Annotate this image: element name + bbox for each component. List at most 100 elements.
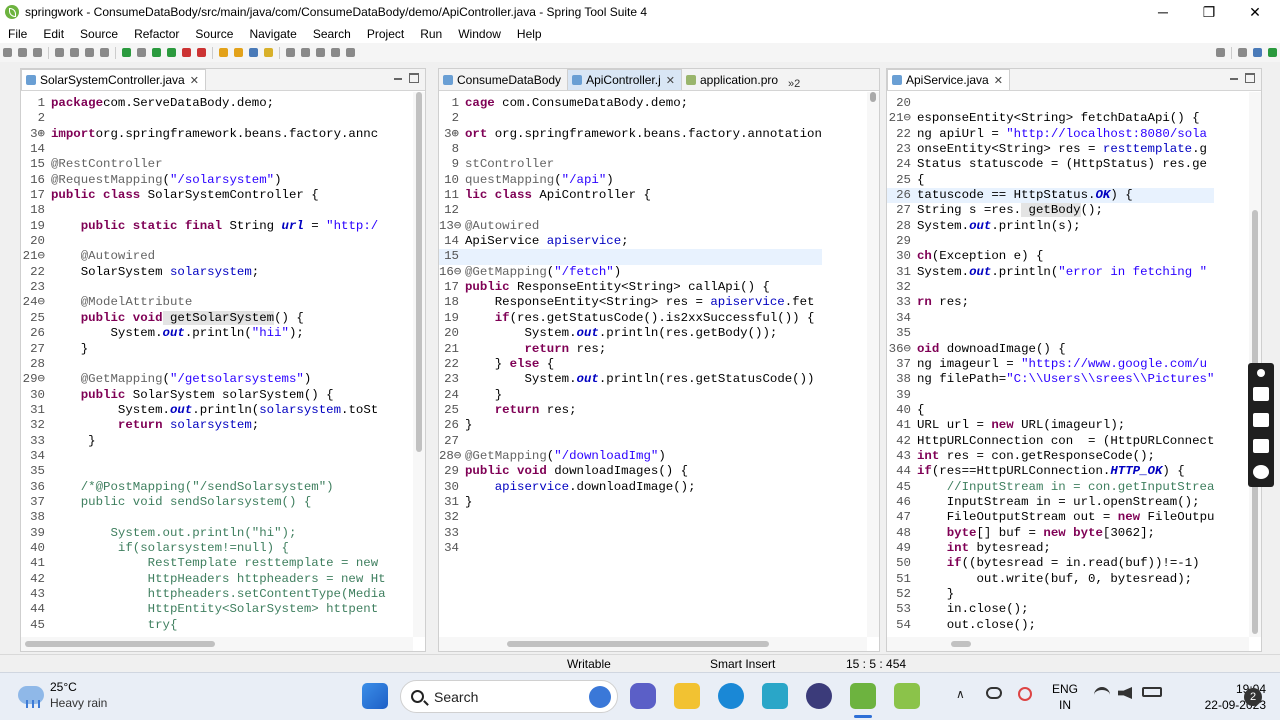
middle-vertical-scrollbar[interactable] — [867, 92, 879, 637]
menu-edit[interactable]: Edit — [35, 27, 72, 41]
close-tab-icon[interactable]: ✕ — [190, 74, 199, 87]
sync-icon[interactable] — [1018, 687, 1032, 701]
minimize-button[interactable]: ─ — [1140, 0, 1186, 24]
scroll-thumb[interactable] — [416, 92, 422, 452]
bing-icon[interactable] — [589, 686, 611, 708]
relaunch-icon[interactable] — [197, 48, 206, 57]
spring-perspective-icon[interactable] — [1268, 48, 1277, 57]
menu-search[interactable]: Search — [305, 27, 359, 41]
tab-apiservice[interactable]: ApiService.java ✕ — [887, 69, 1010, 90]
scroll-thumb[interactable] — [25, 641, 215, 647]
line-number: 20 — [444, 326, 459, 341]
stop-icon[interactable] — [182, 48, 191, 57]
save-all-icon[interactable] — [33, 48, 42, 57]
tab-label: application.pro — [699, 72, 779, 87]
middle-horizontal-scrollbar[interactable] — [439, 637, 867, 651]
debug-icon[interactable] — [137, 48, 146, 57]
java-perspective-icon[interactable] — [1253, 48, 1262, 57]
spring-boot-icon[interactable] — [122, 48, 131, 57]
middle-code-text[interactable]: 1 cage com.ConsumeDataBody.demo; 2 3⊕ ort o… — [439, 96, 822, 556]
taskbar-search-box[interactable]: Search — [400, 680, 618, 713]
terminate-icon[interactable] — [100, 48, 109, 57]
wifi-icon[interactable] — [1094, 687, 1110, 699]
search-icon[interactable] — [264, 48, 273, 57]
weather-widget[interactable]: 25°C Heavy rain — [18, 679, 107, 711]
code-line: 14 ApiService apiservice; — [439, 234, 822, 249]
previous-annotation-icon[interactable] — [301, 48, 310, 57]
run-icon[interactable] — [152, 48, 161, 57]
more-tabs-button[interactable]: »2 — [788, 78, 800, 90]
tab-application-properties[interactable]: application.pro — [682, 69, 784, 90]
volume-icon[interactable] — [1118, 687, 1132, 699]
new-java-package-icon[interactable] — [219, 48, 228, 57]
minimize-pane-icon[interactable] — [1229, 73, 1239, 83]
notepad-app-icon[interactable] — [894, 683, 920, 709]
skip-breakpoints-icon[interactable] — [55, 48, 64, 57]
resume-icon[interactable] — [70, 48, 79, 57]
open-type-icon[interactable] — [249, 48, 258, 57]
close-button[interactable]: ✕ — [1232, 0, 1278, 24]
left-code-editor[interactable]: 1 packagecom.ServeDataBody.demo; 2 3⊕ impor… — [21, 92, 413, 637]
right-horizontal-scrollbar[interactable] — [887, 637, 1249, 651]
scroll-up-arrow[interactable] — [870, 92, 876, 102]
close-tab-icon[interactable]: ✕ — [994, 74, 1003, 87]
settings-gear-icon[interactable] — [1253, 465, 1269, 479]
new-java-class-icon[interactable] — [234, 48, 243, 57]
middle-code-editor[interactable]: 1 cage com.ConsumeDataBody.demo; 2 3⊕ ort o… — [439, 92, 867, 637]
code-token: lic class — [465, 188, 532, 203]
teams-chat-icon[interactable] — [630, 683, 656, 709]
menu-source[interactable]: Source — [187, 27, 241, 41]
run-external-icon[interactable] — [167, 48, 176, 57]
right-code-editor[interactable]: 20 21⊖ esponseEntity<String> fetchDataApi… — [887, 92, 1249, 637]
tab-solarsystemcontroller[interactable]: SolarSystemController.java ✕ — [21, 69, 206, 90]
menu-help[interactable]: Help — [509, 27, 550, 41]
cursor-position-status: 15 : 5 : 454 — [846, 657, 907, 671]
notification-badge[interactable]: 2 — [1244, 688, 1262, 706]
forward-icon[interactable] — [331, 48, 340, 57]
left-code-text[interactable]: 1 packagecom.ServeDataBody.demo; 2 3⊕ impor… — [21, 96, 386, 633]
scroll-thumb[interactable] — [507, 641, 769, 647]
left-vertical-scrollbar[interactable] — [413, 92, 425, 637]
back-icon[interactable] — [316, 48, 325, 57]
right-code-text[interactable]: 20 21⊖ esponseEntity<String> fetchDataApi… — [887, 96, 1215, 633]
menu-source[interactable]: Source — [72, 27, 126, 41]
menu-run[interactable]: Run — [412, 27, 450, 41]
video-record-icon[interactable] — [1253, 413, 1269, 427]
middle-editor-pane: ConsumeDataBody ApiController.j ✕ applic… — [438, 68, 880, 652]
minimize-pane-icon[interactable] — [393, 73, 403, 83]
maximize-pane-icon[interactable] — [409, 73, 419, 83]
quick-access-search-icon[interactable] — [1216, 48, 1225, 57]
desktop-app-icon[interactable] — [762, 683, 788, 709]
spring-tool-suite-taskbar-icon[interactable] — [850, 683, 876, 709]
tab-consumedatabody[interactable]: ConsumeDataBody — [439, 69, 567, 90]
window-capture-icon[interactable] — [1253, 439, 1269, 453]
new-icon[interactable] — [3, 48, 12, 57]
maximize-pane-icon[interactable] — [1245, 73, 1255, 83]
camera-icon[interactable] — [1253, 387, 1269, 401]
language-indicator[interactable]: ENG IN — [1052, 681, 1078, 713]
suspend-icon[interactable] — [85, 48, 94, 57]
menu-navigate[interactable]: Navigate — [241, 27, 304, 41]
edge-browser-icon[interactable] — [718, 683, 744, 709]
line-number: 25 — [896, 172, 911, 187]
more-options-icon[interactable] — [1257, 369, 1265, 377]
menu-project[interactable]: Project — [359, 27, 412, 41]
restore-button[interactable]: ❐ — [1186, 0, 1232, 24]
save-icon[interactable] — [18, 48, 27, 57]
battery-icon[interactable] — [1142, 687, 1162, 697]
show-hidden-icons-button[interactable]: ∧ — [956, 687, 965, 701]
menu-window[interactable]: Window — [450, 27, 509, 41]
pin-editor-icon[interactable] — [346, 48, 355, 57]
menu-refactor[interactable]: Refactor — [126, 27, 187, 41]
start-menu-icon[interactable] — [362, 683, 388, 709]
open-perspective-icon[interactable] — [1238, 48, 1247, 57]
next-annotation-icon[interactable] — [286, 48, 295, 57]
left-horizontal-scrollbar[interactable] — [21, 637, 413, 651]
eclipse-icon[interactable] — [806, 683, 832, 709]
onedrive-icon[interactable] — [986, 687, 1002, 699]
close-tab-icon[interactable]: ✕ — [666, 74, 675, 87]
menu-file[interactable]: File — [0, 27, 35, 41]
file-explorer-icon[interactable] — [674, 683, 700, 709]
tab-apicontroller[interactable]: ApiController.j ✕ — [567, 69, 682, 90]
scroll-thumb[interactable] — [951, 641, 971, 647]
